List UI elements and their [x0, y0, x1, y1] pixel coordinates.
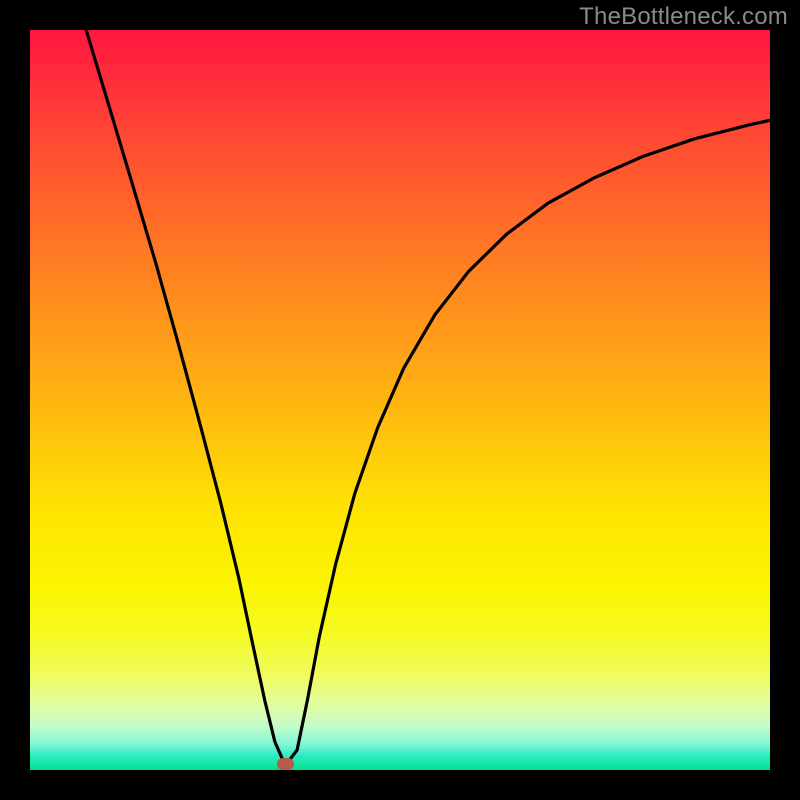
- watermark-text: TheBottleneck.com: [579, 3, 788, 31]
- plot-area: [30, 30, 770, 770]
- chart-frame: TheBottleneck.com: [0, 0, 800, 800]
- bottleneck-curve: [30, 30, 770, 770]
- optimal-point-marker: [277, 758, 294, 770]
